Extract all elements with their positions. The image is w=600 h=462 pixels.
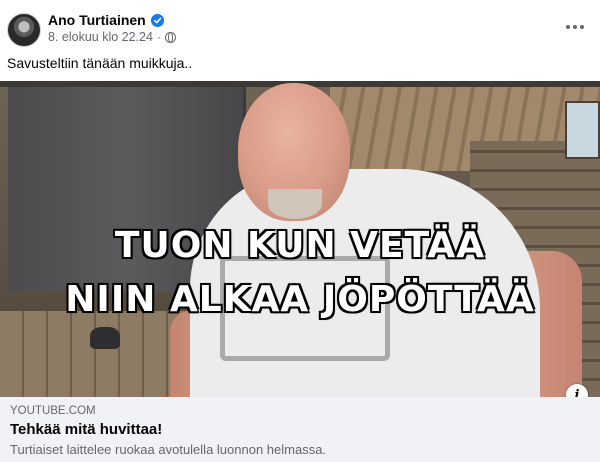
meta-separator: · [156, 30, 161, 44]
author-avatar[interactable] [7, 13, 41, 47]
verified-badge-icon [150, 13, 164, 27]
link-preview[interactable]: YOUTUBE.COM Tehkää mitä huvittaa! Turtia… [0, 397, 600, 462]
video-caption-line-1: TUON KUN VETÄÄ [114, 225, 486, 266]
post-text: Savusteltiin tänään muikkuja.. [7, 55, 193, 71]
person-beard [268, 189, 322, 219]
link-description: Turtiaiset laittelee ruokaa avotulella l… [10, 442, 327, 457]
author-name[interactable]: Ano Turtiainen [48, 12, 146, 28]
more-options-icon[interactable] [560, 16, 590, 38]
globe-icon [164, 31, 176, 43]
cooking-pot [90, 327, 120, 349]
facebook-post: Ano Turtiainen 8. elokuu klo 22.24 · Sav… [0, 0, 600, 462]
link-domain: YOUTUBE.COM [10, 405, 96, 417]
wall-picture [565, 101, 600, 159]
author-line: Ano Turtiainen [48, 12, 164, 28]
post-meta: 8. elokuu klo 22.24 · [48, 30, 176, 44]
link-title[interactable]: Tehkää mitä huvittaa! [10, 421, 162, 438]
video-caption-line-2: NIIN ALKAA JÖPÖTTÄÄ [65, 279, 535, 320]
post-timestamp[interactable]: 8. elokuu klo 22.24 [48, 30, 153, 44]
video-thumbnail[interactable]: TUON KUN VETÄÄ NIIN ALKAA JÖPÖTTÄÄ i [0, 81, 600, 397]
